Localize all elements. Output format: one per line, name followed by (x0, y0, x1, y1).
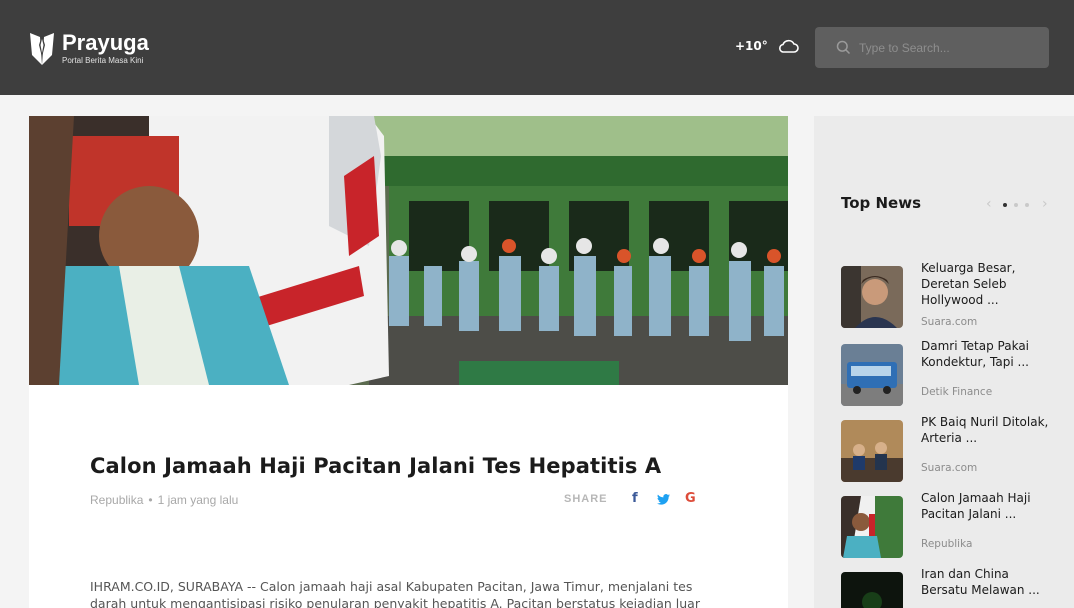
article-title[interactable]: Calon Jamaah Haji Pacitan Jalani Tes Hep… (90, 454, 661, 478)
article-source[interactable]: Republika (90, 493, 143, 507)
facebook-icon[interactable]: f (632, 491, 638, 506)
top-news-title: Top News (841, 194, 922, 212)
carousel-dot[interactable] (1025, 203, 1029, 207)
search-input[interactable] (859, 40, 1039, 55)
news-item-title: Keluarga Besar, Deretan Seleb Hollywood … (921, 261, 1016, 307)
article-meta: Republika • 1 jam yang lalu (90, 493, 238, 507)
news-item-title: Calon Jamaah Haji Pacitan Jalani ... (921, 491, 1031, 521)
google-icon[interactable]: G (685, 491, 696, 506)
top-news-sidebar: Top News ‹ › Keluarga Besar, Deretan Sel… (814, 116, 1074, 608)
weather-widget: +10° (735, 38, 799, 54)
search-icon (836, 40, 851, 55)
carousel-dot[interactable] (1014, 203, 1018, 207)
news-thumbnail (841, 344, 903, 406)
site-header: Prayuga Portal Berita Masa Kini +10° (0, 0, 1074, 95)
site-logo[interactable]: Prayuga Portal Berita Masa Kini (28, 31, 149, 67)
news-item-source: Suara.com (921, 316, 978, 328)
share-label: SHARE (564, 493, 608, 505)
chevron-left-icon[interactable]: ‹ (986, 196, 992, 212)
article-card: Calon Jamaah Haji Pacitan Jalani Tes Hep… (29, 385, 788, 608)
news-item[interactable]: Damri Tetap Pakai Kondektur, Tapi ... De… (841, 339, 1061, 406)
news-thumbnail (841, 496, 903, 558)
twitter-icon[interactable] (657, 491, 670, 509)
news-item[interactable]: Keluarga Besar, Deretan Seleb Hollywood … (841, 261, 1061, 328)
news-item-title: Damri Tetap Pakai Kondektur, Tapi ... (921, 339, 1030, 369)
news-item[interactable]: Iran dan China Bersatu Melawan ... (841, 567, 1061, 608)
search-box[interactable] (815, 27, 1049, 68)
carousel-dots (1003, 203, 1036, 207)
news-thumbnail (841, 420, 903, 482)
news-item-source: Detik Finance (921, 386, 993, 398)
cloud-icon (778, 39, 799, 53)
logo-tagline: Portal Berita Masa Kini (62, 56, 144, 65)
news-item-source: Republika (921, 538, 973, 550)
news-thumbnail (841, 572, 903, 608)
news-thumbnail (841, 266, 903, 328)
news-item-title: PK Baiq Nuril Ditolak, Arteria ... (921, 415, 1049, 445)
carousel-dot[interactable] (1003, 203, 1007, 207)
article-time: 1 jam yang lalu (157, 493, 239, 507)
news-item-source: Suara.com (921, 462, 978, 474)
logo-title: Prayuga (62, 30, 149, 55)
temperature: +10° (735, 39, 768, 53)
article-body: IHRAM.CO.ID, SURABAYA -- Calon jamaah ha… (90, 579, 700, 608)
meta-separator: • (148, 493, 153, 507)
news-item-title: Iran dan China Bersatu Melawan ... (921, 567, 1040, 597)
logo-icon (30, 33, 54, 65)
chevron-right-icon[interactable]: › (1042, 196, 1048, 212)
news-item[interactable]: PK Baiq Nuril Ditolak, Arteria ... Suara… (841, 415, 1061, 482)
news-item[interactable]: Calon Jamaah Haji Pacitan Jalani ... Rep… (841, 491, 1061, 558)
article-hero-image (29, 116, 788, 385)
